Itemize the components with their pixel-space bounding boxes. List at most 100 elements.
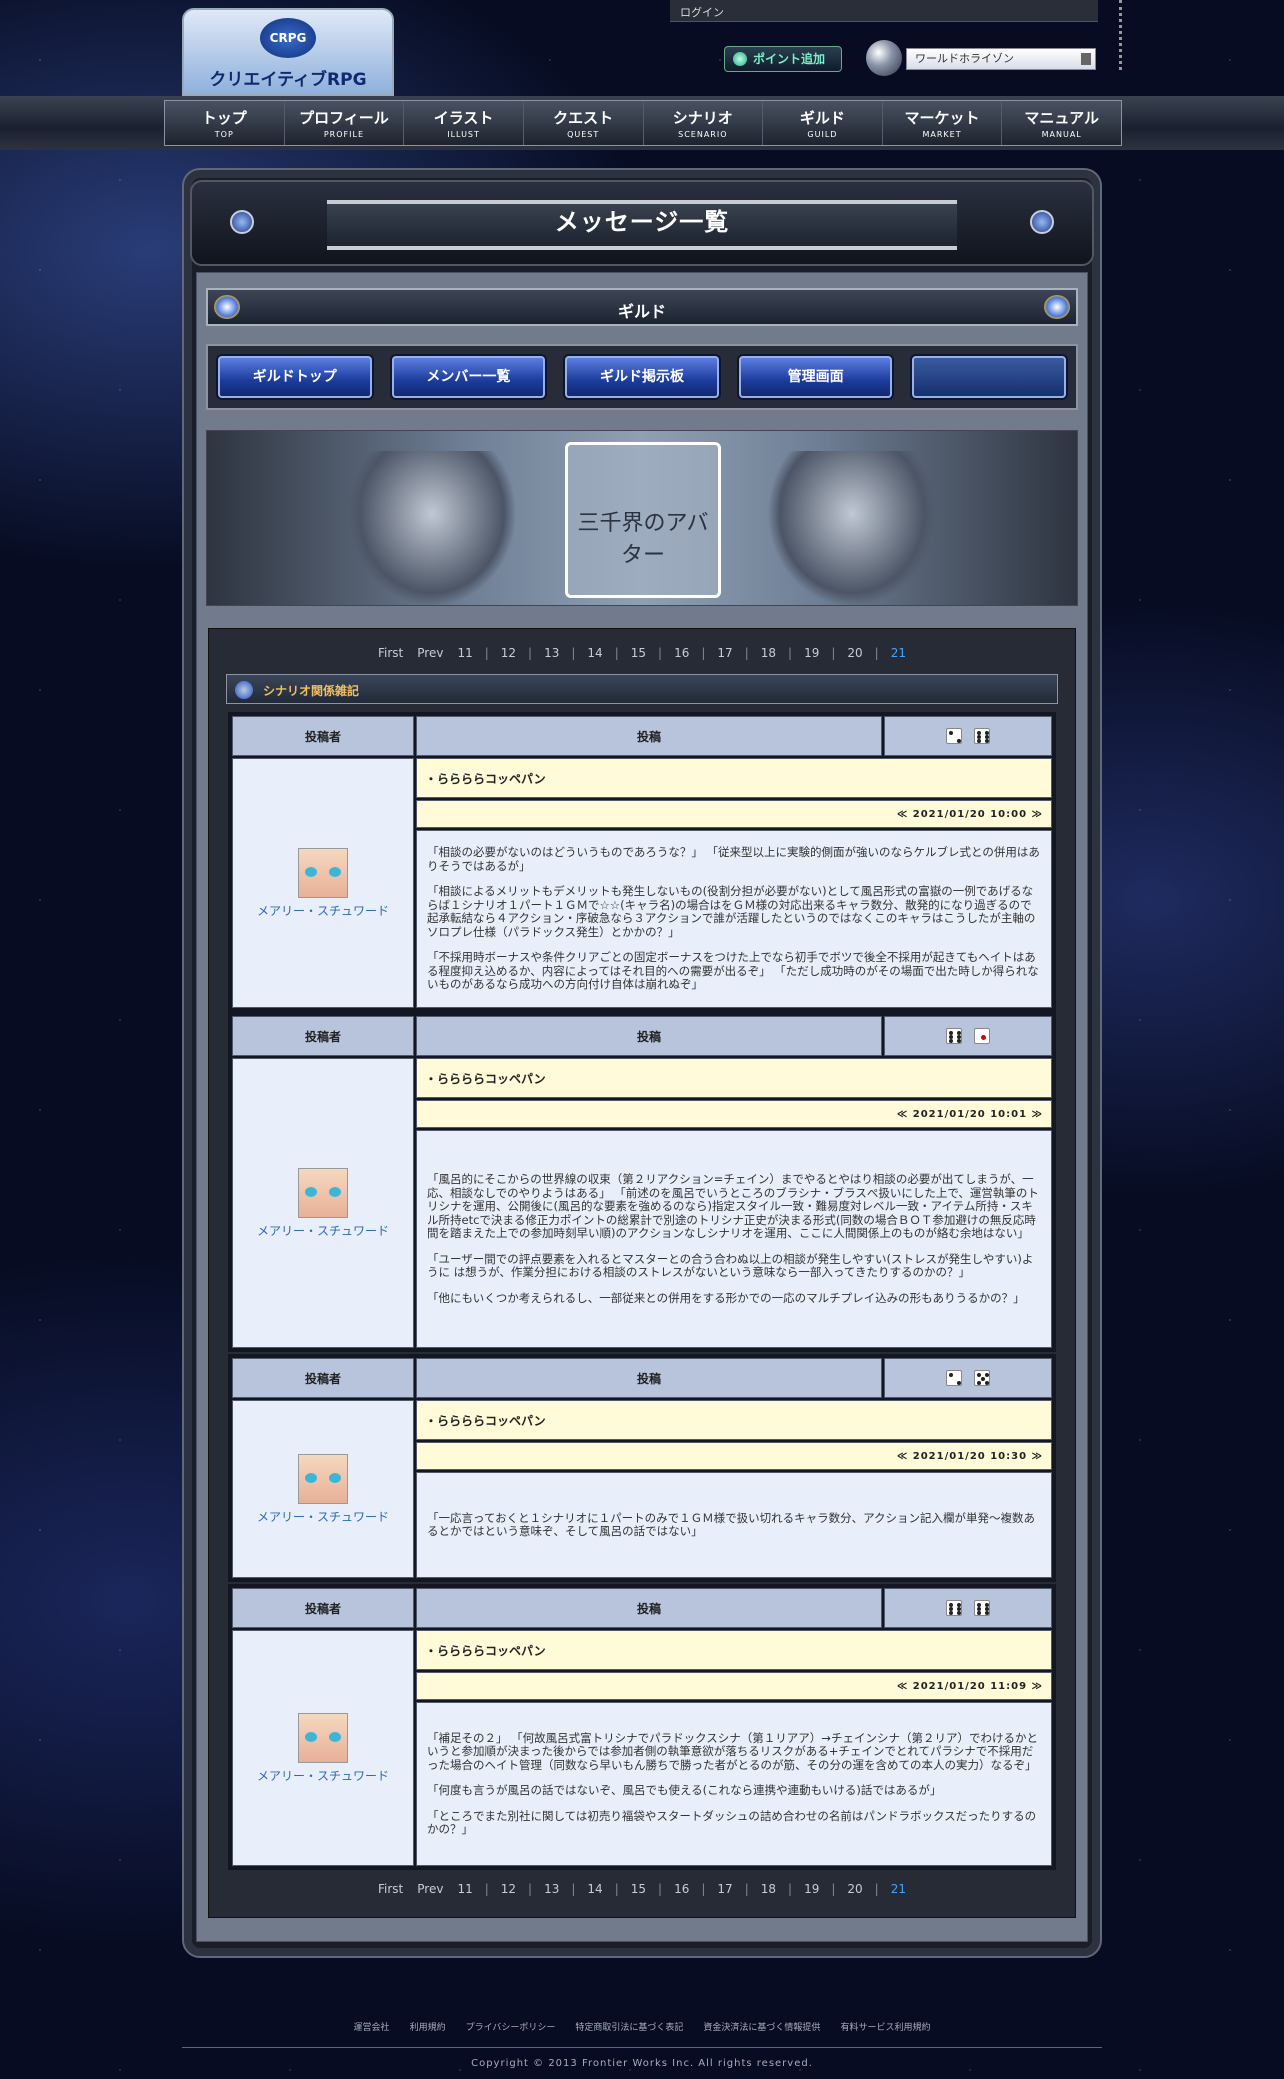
- guild-board-button[interactable]: ギルド掲示板: [565, 356, 719, 398]
- page-separator: |: [484, 646, 489, 660]
- prev-page-link[interactable]: Prev: [410, 646, 450, 660]
- dice-2-icon: [946, 1370, 962, 1386]
- author-column-header: 投稿者: [232, 1588, 414, 1628]
- member-list-button[interactable]: メンバー一覧: [391, 356, 546, 398]
- page-link[interactable]: 13: [537, 646, 566, 660]
- page-link[interactable]: 11: [450, 1882, 479, 1896]
- avatar[interactable]: [298, 1453, 348, 1504]
- post-entry: 投稿者 投稿 メアリー・スチュワード ・ららららコッペパン ≪ 2021/01/20 1…: [228, 712, 1056, 1012]
- nav-item-quest[interactable]: クエスト QUEST: [524, 101, 644, 145]
- page-link[interactable]: 14: [580, 1882, 609, 1896]
- author-column-header: 投稿者: [232, 1358, 414, 1398]
- copyright: Copyright © 2013 Frontier Works Inc. All…: [471, 2058, 813, 2069]
- avatar[interactable]: [298, 847, 348, 898]
- post-entry: 投稿者 投稿 メアリー・スチュワード ・ららららコッペパン ≪ 2021/01/20 1…: [228, 1354, 1056, 1582]
- page-link[interactable]: 17: [710, 1882, 739, 1896]
- first-page-link[interactable]: First: [371, 646, 410, 660]
- post-column-header: 投稿: [416, 716, 882, 756]
- nav-item-guild[interactable]: ギルド GUILD: [763, 101, 883, 145]
- page-link[interactable]: 13: [537, 1882, 566, 1896]
- thread-title: シナリオ関係雑記: [263, 684, 360, 698]
- author-cell: メアリー・スチュワード: [232, 1058, 414, 1348]
- avatar[interactable]: [298, 1712, 348, 1763]
- dice-cell: [884, 1588, 1052, 1628]
- page-title: メッセージ一覧: [554, 208, 730, 236]
- guild-header: ギルド: [206, 288, 1078, 326]
- page-separator: |: [528, 646, 533, 660]
- author-name-link[interactable]: メアリー・スチュワード: [257, 904, 389, 918]
- nav-item-scenario[interactable]: シナリオ SCENARIO: [644, 101, 764, 145]
- guild-title: ギルド: [617, 302, 666, 321]
- nav-item-market[interactable]: マーケット MARKET: [883, 101, 1003, 145]
- empty-menu-button[interactable]: [912, 356, 1066, 398]
- footer-link[interactable]: 運営会社: [344, 2023, 400, 2033]
- page-link[interactable]: 15: [624, 646, 653, 660]
- author-name-link[interactable]: メアリー・スチュワード: [257, 1224, 389, 1238]
- prev-page-link[interactable]: Prev: [410, 1882, 450, 1896]
- main-nav: トップ TOP プロフィール PROFILE イラスト ILLUST クエスト QUEST シナ…: [0, 96, 1284, 150]
- page-separator: |: [614, 1882, 619, 1896]
- author-name-link[interactable]: メアリー・スチュワード: [257, 1510, 389, 1524]
- post-date: ≪ 2021/01/20 10:30 ≫: [416, 1442, 1052, 1470]
- page-link[interactable]: 19: [797, 646, 826, 660]
- page-link[interactable]: 12: [494, 1882, 523, 1896]
- page-link[interactable]: 18: [754, 1882, 783, 1896]
- page-separator: |: [788, 1882, 793, 1896]
- footer-link[interactable]: 有料サービス利用規約: [830, 2023, 940, 2033]
- add-points-button[interactable]: ポイント追加: [724, 46, 842, 72]
- page-link[interactable]: 20: [840, 1882, 869, 1896]
- post-header-row: 投稿者 投稿: [232, 716, 1052, 756]
- guild-menu: ギルドトップ メンバー一覧 ギルド掲示板 管理画面: [206, 344, 1078, 410]
- coin-icon: [733, 52, 747, 66]
- dice-6-icon: [974, 1600, 990, 1616]
- post-paragraph: 「一応言っておくと１シナリオに１パートのみで１ＧＭ様で扱い切れるキャラ数分、アク…: [427, 1510, 1035, 1538]
- page-link[interactable]: 14: [580, 646, 609, 660]
- author-name-link[interactable]: メアリー・スチュワード: [257, 1769, 389, 1783]
- page-link[interactable]: 12: [494, 646, 523, 660]
- first-page-link[interactable]: First: [371, 1882, 410, 1896]
- nav-item-top[interactable]: トップ TOP: [165, 101, 285, 145]
- footer-link[interactable]: 資金決済法に基づく情報提供: [693, 2023, 830, 2033]
- world-select[interactable]: ワールドホライゾン: [906, 48, 1096, 70]
- page-link[interactable]: 17: [710, 646, 739, 660]
- login-link[interactable]: ログイン: [680, 4, 724, 20]
- nav-label: マーケット: [904, 109, 980, 127]
- author-cell: メアリー・スチュワード: [232, 1630, 414, 1866]
- page-link[interactable]: 21: [884, 646, 913, 660]
- post-entry: 投稿者 投稿 メアリー・スチュワード ・ららららコッペパン ≪ 2021/01/20 1…: [228, 1584, 1056, 1870]
- nav-label: イラスト: [433, 109, 494, 127]
- post-column-header: 投稿: [416, 1016, 882, 1056]
- thread-icon: [235, 681, 253, 699]
- avatar[interactable]: [298, 1167, 348, 1218]
- nav-item-manual[interactable]: マニュアル MANUAL: [1002, 101, 1121, 145]
- nav-sublabel: SCENARIO: [678, 130, 728, 139]
- site-logo[interactable]: CRPG クリエイティブRPG: [182, 8, 394, 96]
- post-paragraph: 「相談の必要がないのはどういうものであろうな？」 「従来型以上に実験的側面が強い…: [427, 845, 1040, 873]
- post-paragraph: 「他にもいくつか考えられるし、一部従来との併用をする形かでの一応のマルチプレイ込…: [427, 1290, 1025, 1305]
- nav-sublabel: ILLUST: [447, 130, 480, 139]
- guild-top-button[interactable]: ギルドトップ: [218, 356, 372, 398]
- post-paragraph: 「補足その２」 「何故風呂式富トリシナでパラドックスシナ（第１リアア）→チェイン…: [427, 1730, 1038, 1772]
- page-link[interactable]: 11: [450, 646, 479, 660]
- page-link[interactable]: 16: [667, 1882, 696, 1896]
- footer-link[interactable]: 利用規約: [400, 2023, 456, 2033]
- footer-link[interactable]: プライバシーポリシー: [456, 2023, 566, 2033]
- post-paragraph: 「ところでまた別社に関しては初売り福袋やスタートダッシュの詰め合わせの名前はパン…: [427, 1808, 1037, 1836]
- page-link[interactable]: 15: [624, 1882, 653, 1896]
- footer-link[interactable]: 特定商取引法に基づく表記: [565, 2023, 693, 2033]
- page-link[interactable]: 19: [797, 1882, 826, 1896]
- page-link[interactable]: 16: [667, 646, 696, 660]
- nav-item-profile[interactable]: プロフィール PROFILE: [285, 101, 405, 145]
- nav-label: ギルド: [799, 109, 845, 127]
- nav-sublabel: PROFILE: [323, 130, 365, 139]
- thread-title-bar: シナリオ関係雑記: [226, 674, 1058, 704]
- page-link[interactable]: 18: [754, 646, 783, 660]
- page-link[interactable]: 20: [840, 646, 869, 660]
- post-paragraph: 「相談によるメリットもデメリットも発生しないもの(役割分担が必要がない)として風…: [427, 884, 1036, 939]
- post-subject: ・ららららコッペパン: [416, 758, 1052, 798]
- admin-button[interactable]: 管理画面: [738, 356, 893, 398]
- nav-item-illust[interactable]: イラスト ILLUST: [404, 101, 524, 145]
- page-link[interactable]: 21: [884, 1882, 913, 1896]
- dice-cell: [884, 716, 1052, 756]
- chain-ornament: [1100, 0, 1122, 70]
